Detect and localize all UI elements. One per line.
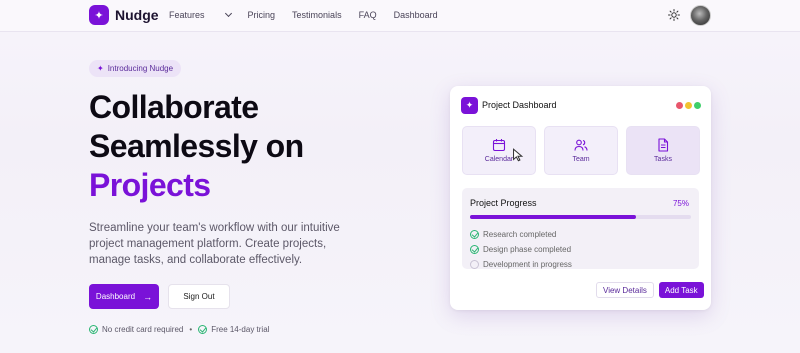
chevron-down-icon (224, 9, 232, 18)
hero-title: Collaborate Seamlessly on Projects (89, 89, 304, 203)
dashboard-button[interactable]: Dashboard → (89, 284, 159, 309)
intro-badge: ✦ Introducing Nudge (89, 60, 182, 77)
user-avatar[interactable] (690, 5, 711, 26)
nav-link-faq[interactable]: FAQ (359, 10, 377, 20)
tile-tasks[interactable]: Tasks (626, 126, 700, 175)
brand-name: Nudge (115, 7, 159, 23)
progress-title: Project Progress (470, 198, 537, 208)
red-dot (676, 102, 683, 109)
step-item: Research completed (470, 227, 572, 242)
progress-steps: Research completed Design phase complete… (470, 227, 572, 272)
calendar-icon (492, 139, 506, 152)
check-circle-icon (470, 245, 479, 254)
sign-out-button[interactable]: Sign Out (168, 284, 230, 309)
hero-description: Streamline your team's workflow with our… (89, 222, 340, 266)
yellow-dot (685, 102, 692, 109)
add-task-button[interactable]: Add Task (658, 282, 704, 298)
tile-calendar[interactable]: Calendar (462, 126, 536, 175)
feature-tiles: Calendar Team Tasks (462, 126, 700, 175)
progress-percent: 75% (672, 199, 689, 208)
sun-icon[interactable] (668, 9, 680, 21)
check-circle-icon (470, 230, 479, 239)
top-nav: ✦ Nudge Features Pricing Testimonials FA… (0, 0, 800, 32)
nav-link-dashboard[interactable]: Dashboard (394, 10, 438, 20)
sparkle-icon: ✦ (89, 5, 109, 25)
view-details-button[interactable]: View Details (596, 282, 654, 298)
perks-list: No credit card required • Free 14-day tr… (89, 325, 269, 334)
nav-links: Features Pricing Testimonials FAQ Dashbo… (169, 9, 455, 20)
check-circle-icon (198, 325, 208, 334)
step-item: Design phase completed (470, 242, 572, 257)
step-item: Development in progress (470, 257, 572, 272)
nav-link-pricing[interactable]: Pricing (248, 10, 276, 20)
sparkle-icon: ✦ (461, 97, 478, 114)
users-icon (574, 139, 588, 151)
card-title: Project Dashboard (482, 100, 557, 110)
check-circle-icon (89, 325, 98, 334)
project-dashboard-card: ✦ Project Dashboard Calendar Team Tasks … (450, 86, 711, 310)
window-dots (676, 102, 703, 109)
empty-circle-icon (470, 260, 479, 269)
green-dot (694, 102, 701, 109)
project-progress-panel: Project Progress 75% Research completed … (462, 188, 699, 269)
nav-link-testimonials[interactable]: Testimonials (292, 10, 342, 20)
cursor-icon (513, 148, 524, 162)
progress-bar (470, 215, 691, 219)
nav-link-features[interactable]: Features (169, 9, 232, 20)
document-icon (658, 138, 669, 152)
tile-team[interactable]: Team (544, 126, 618, 175)
sparkle-icon: ✦ (97, 64, 104, 73)
separator-dot: • (189, 325, 193, 334)
arrow-right-icon: → (143, 291, 153, 302)
card-actions: View Details Add Task (596, 282, 704, 298)
brand-logo[interactable]: ✦ Nudge (89, 5, 159, 25)
progress-bar-fill (470, 215, 636, 219)
